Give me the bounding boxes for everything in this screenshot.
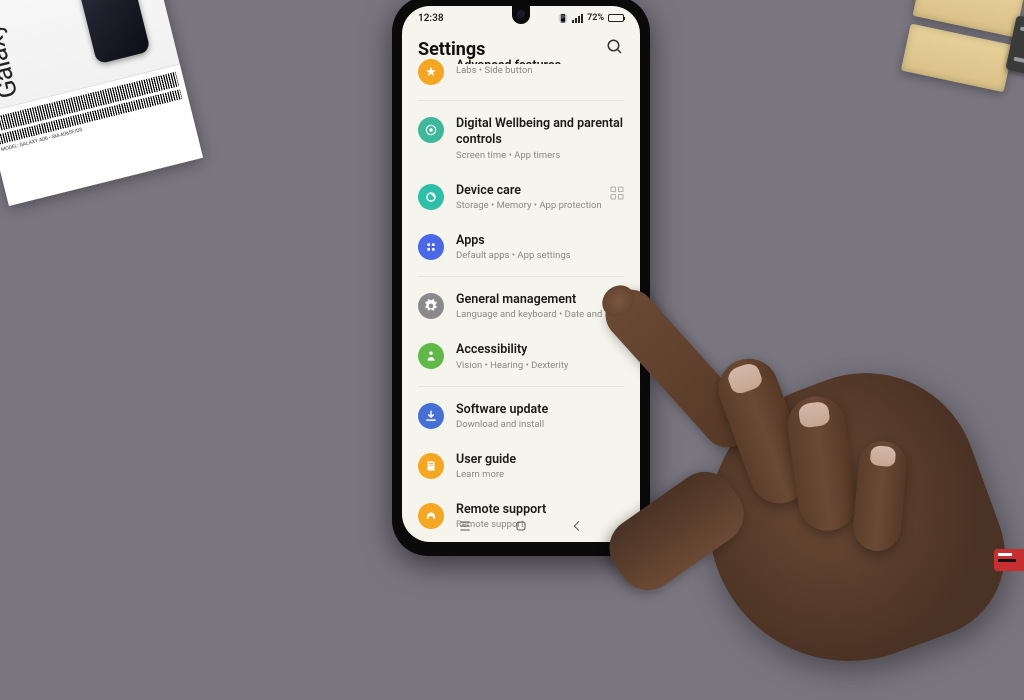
item-subtitle: Vision • Hearing • Dexterity [456, 360, 624, 371]
item-title: Software update [456, 402, 624, 418]
box-phone-graphic [78, 0, 151, 65]
item-title: Accessibility [456, 342, 624, 358]
battery-icon [608, 14, 624, 22]
grid-icon[interactable] [608, 184, 626, 206]
care-icon [418, 184, 444, 210]
navigation-bar [402, 510, 640, 542]
item-subtitle: Labs • Side button [456, 65, 624, 76]
signal-icon [572, 14, 583, 23]
item-subtitle: Storage • Memory • App protection [456, 200, 624, 211]
apps-icon [418, 234, 444, 260]
settings-item-person[interactable]: Accessibility Vision • Hearing • Dexteri… [416, 331, 626, 381]
product-box: Galaxy A06 SAMSUNG MODEL: GALAXY A06 • S… [0, 0, 203, 206]
home-button[interactable] [512, 517, 530, 535]
settings-item-apps[interactable]: Apps Default apps • App settings [416, 222, 626, 272]
item-title: User guide [456, 452, 624, 468]
wood-block [901, 23, 1014, 92]
item-subtitle: Screen time • App timers [456, 150, 624, 161]
wooden-clamp [899, 0, 1024, 110]
front-camera [517, 10, 525, 18]
item-title: Device care [456, 183, 624, 199]
item-title: Advanced features [456, 58, 624, 64]
divider [418, 100, 624, 101]
settings-item-download[interactable]: Software update Download and install [416, 391, 626, 441]
phone-device: 12:38 📳 72% Settings Advanced features L… [392, 0, 650, 556]
settings-item-wellbeing[interactable]: Digital Wellbeing and parental controls … [416, 105, 626, 172]
book-icon [418, 453, 444, 479]
settings-item-gear[interactable]: General management Language and keyboard… [416, 281, 626, 331]
person-icon [418, 343, 444, 369]
back-button[interactable] [568, 517, 586, 535]
settings-item-care[interactable]: Device care Storage • Memory • App prote… [416, 172, 626, 222]
item-subtitle: Default apps • App settings [456, 250, 624, 261]
item-subtitle: Learn more [456, 469, 624, 480]
vibrate-icon: 📳 [558, 14, 568, 23]
page-title: Settings [418, 39, 485, 60]
item-subtitle: Language and keyboard • Date and [456, 309, 624, 320]
status-right: 📳 72% [558, 13, 624, 23]
divider [418, 386, 624, 387]
item-title: Apps [456, 233, 624, 249]
item-subtitle: Download and install [456, 419, 624, 430]
divider [418, 276, 624, 277]
corner-badge [994, 549, 1024, 571]
settings-list[interactable]: Advanced features Labs • Side button Dig… [402, 58, 640, 541]
recents-button[interactable] [456, 517, 474, 535]
download-icon [418, 403, 444, 429]
phone-screen: 12:38 📳 72% Settings Advanced features L… [402, 6, 640, 542]
search-icon[interactable] [606, 38, 624, 60]
gear-icon [418, 293, 444, 319]
settings-item-star[interactable]: Advanced features Labs • Side button [416, 58, 626, 96]
star-icon [418, 59, 444, 85]
status-time: 12:38 [418, 13, 444, 24]
battery-text: 72% [587, 13, 604, 23]
item-title: Digital Wellbeing and parental controls [456, 116, 624, 149]
settings-item-book[interactable]: User guide Learn more [416, 441, 626, 491]
wellbeing-icon [418, 117, 444, 143]
item-title: General management [456, 292, 624, 308]
